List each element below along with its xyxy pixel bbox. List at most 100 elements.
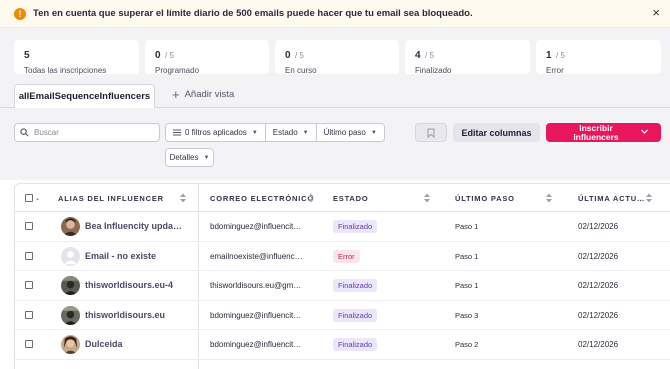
influencer-email: thisworldisours.eu@gm…: [210, 281, 302, 290]
status-badge: Finalizado: [333, 279, 378, 292]
header-status[interactable]: ESTADO: [333, 184, 369, 212]
stat-card-scheduled[interactable]: 0 / 5 Programado: [145, 40, 269, 75]
add-view-button[interactable]: + Añadir vista: [172, 86, 235, 102]
header-email[interactable]: CORREO ELECTRÓNICO: [210, 184, 314, 212]
enrollments-table: ⌄ ALIAS DEL INFLUENCER CORREO ELECTRÓNIC…: [14, 183, 670, 369]
enroll-influencers-button[interactable]: Inscribir influencers: [546, 123, 661, 142]
avatar-placeholder-icon: [61, 246, 80, 266]
stat-value: 5: [24, 50, 30, 61]
search-input[interactable]: Buscar: [14, 123, 160, 142]
chevron-down-icon: ▼: [251, 129, 258, 136]
stat-card-all[interactable]: 5 Todas las inscripciones: [14, 40, 139, 75]
ultimo-paso-label: Último paso: [323, 128, 366, 137]
influencer-alias[interactable]: thisworldisours.eu-4: [85, 280, 195, 290]
search-placeholder: Buscar: [34, 128, 59, 137]
last-update-date: 02/12/2026: [578, 251, 619, 261]
sort-icon[interactable]: [545, 192, 553, 204]
last-step: Paso 3: [455, 310, 479, 320]
stat-card-in-progress[interactable]: 0 / 5 En curso: [275, 40, 399, 75]
stat-value: 4: [415, 50, 421, 61]
filter-lines-icon: [173, 129, 181, 136]
add-view-label: Añadir vista: [184, 89, 235, 100]
stat-label: Programado: [155, 66, 200, 75]
bookmark-button[interactable]: [415, 123, 447, 142]
last-step: Paso 1: [455, 222, 479, 231]
stat-label: Todas las inscripciones: [24, 66, 107, 75]
last-step: Paso 1: [455, 281, 479, 290]
chevron-down-icon: [641, 129, 648, 134]
estado-filter[interactable]: Estado ▼: [266, 124, 317, 141]
row-checkbox[interactable]: [25, 340, 33, 348]
last-update-date: 02/12/2026: [578, 281, 619, 290]
row-checkbox[interactable]: [25, 310, 33, 319]
stat-card-finished[interactable]: 4 / 5 Finalizado: [405, 40, 530, 75]
sort-icon[interactable]: [179, 192, 187, 204]
tab-all-email-sequence-influencers[interactable]: allEmailSequenceInfluencers: [14, 84, 155, 109]
edit-columns-button[interactable]: Editar columnas: [453, 123, 540, 142]
last-update-date: 02/12/2026: [578, 222, 619, 231]
influencer-alias[interactable]: Bea Influencity upda…: [85, 221, 195, 231]
last-update-date: 02/12/2026: [578, 340, 619, 349]
status-badge: Finalizado: [333, 308, 378, 322]
table-row[interactable]: Email - no existe emailnoexiste@influenc…: [15, 242, 670, 271]
status-badge: Finalizado: [333, 338, 378, 351]
last-step: Paso 2: [455, 340, 479, 349]
influencer-email: emailnoexiste@influenc…: [210, 251, 303, 261]
plus-icon: +: [172, 86, 180, 102]
stats-bar: 5 Todas las inscripciones 0 / 5 Programa…: [0, 28, 670, 82]
avatar: [61, 217, 80, 236]
status-badge: Finalizado: [333, 220, 378, 233]
detalles-filter[interactable]: Detalles ▼: [165, 148, 214, 167]
influencer-alias[interactable]: thisworldisours.eu: [85, 310, 195, 320]
last-step: Paso 1: [455, 251, 479, 261]
view-tabs: allEmailSequenceInfluencers + Añadir vis…: [0, 82, 670, 109]
filter-group: 0 filtros aplicados ▼ Estado ▼ Último pa…: [165, 123, 385, 142]
close-icon[interactable]: ×: [652, 6, 660, 19]
influencer-email: bdominguez@influencit…: [210, 310, 302, 320]
banner-text: Ten en cuenta que superar el límite diar…: [33, 8, 473, 19]
stat-total: / 5: [295, 51, 304, 60]
table-row[interactable]: Dulceida bdominguez@influencit… Finaliza…: [15, 330, 670, 360]
stat-total: / 5: [556, 51, 565, 60]
bookmark-icon: [427, 128, 435, 138]
header-alias[interactable]: ALIAS DEL INFLUENCER: [58, 184, 164, 212]
influencer-alias[interactable]: Dulceida: [85, 339, 195, 349]
sort-icon[interactable]: [423, 192, 431, 204]
avatar: [61, 276, 80, 295]
toolbar: Buscar 0 filtros aplicados ▼ Estado ▼ Úl…: [0, 108, 670, 180]
stat-label: Error: [546, 66, 564, 75]
row-checkbox[interactable]: [25, 281, 33, 289]
sort-icon[interactable]: [307, 192, 315, 204]
select-all-checkbox[interactable]: ⌄: [25, 184, 41, 212]
filters-button[interactable]: 0 filtros aplicados ▼: [166, 124, 266, 141]
warning-banner: ! Ten en cuenta que superar el límite di…: [0, 0, 670, 28]
stat-value: 1: [546, 50, 552, 61]
table-row[interactable]: Bea Influencity upda… bdominguez@influen…: [15, 212, 670, 242]
sort-icon[interactable]: [645, 192, 653, 204]
row-checkbox[interactable]: [25, 222, 33, 230]
table-row[interactable]: thisworldisours.eu bdominguez@influencit…: [15, 301, 670, 330]
stat-card-error[interactable]: 1 / 5 Error: [536, 40, 661, 75]
stat-total: / 5: [425, 51, 434, 60]
ultimo-paso-filter[interactable]: Último paso ▼: [317, 124, 384, 141]
estado-label: Estado: [272, 128, 298, 137]
header-last-step[interactable]: ÚLTIMO PASO: [455, 184, 515, 212]
detalles-label: Detalles: [169, 153, 199, 162]
header-last-update[interactable]: ÚLTIMA ACTU…: [578, 184, 645, 212]
influencer-email: bdominguez@influencit…: [210, 222, 302, 231]
status-badge: Error: [333, 249, 360, 263]
stat-value: 0: [155, 50, 161, 61]
warning-icon: !: [14, 7, 26, 20]
chevron-down-icon: ▼: [302, 129, 309, 136]
filters-label: 0 filtros aplicados: [185, 128, 247, 137]
stat-label: Finalizado: [415, 66, 452, 75]
table-header: ⌄ ALIAS DEL INFLUENCER CORREO ELECTRÓNIC…: [15, 184, 670, 212]
influencer-alias[interactable]: Email - no existe: [85, 251, 195, 261]
chevron-down-icon: ▼: [203, 154, 210, 161]
avatar: [61, 335, 80, 354]
avatar: [61, 305, 80, 325]
row-checkbox[interactable]: [25, 251, 33, 260]
stat-value: 0: [285, 50, 291, 61]
influencer-email: bdominguez@influencit…: [210, 340, 302, 349]
table-row[interactable]: thisworldisours.eu-4 thisworldisours.eu@…: [15, 271, 670, 301]
